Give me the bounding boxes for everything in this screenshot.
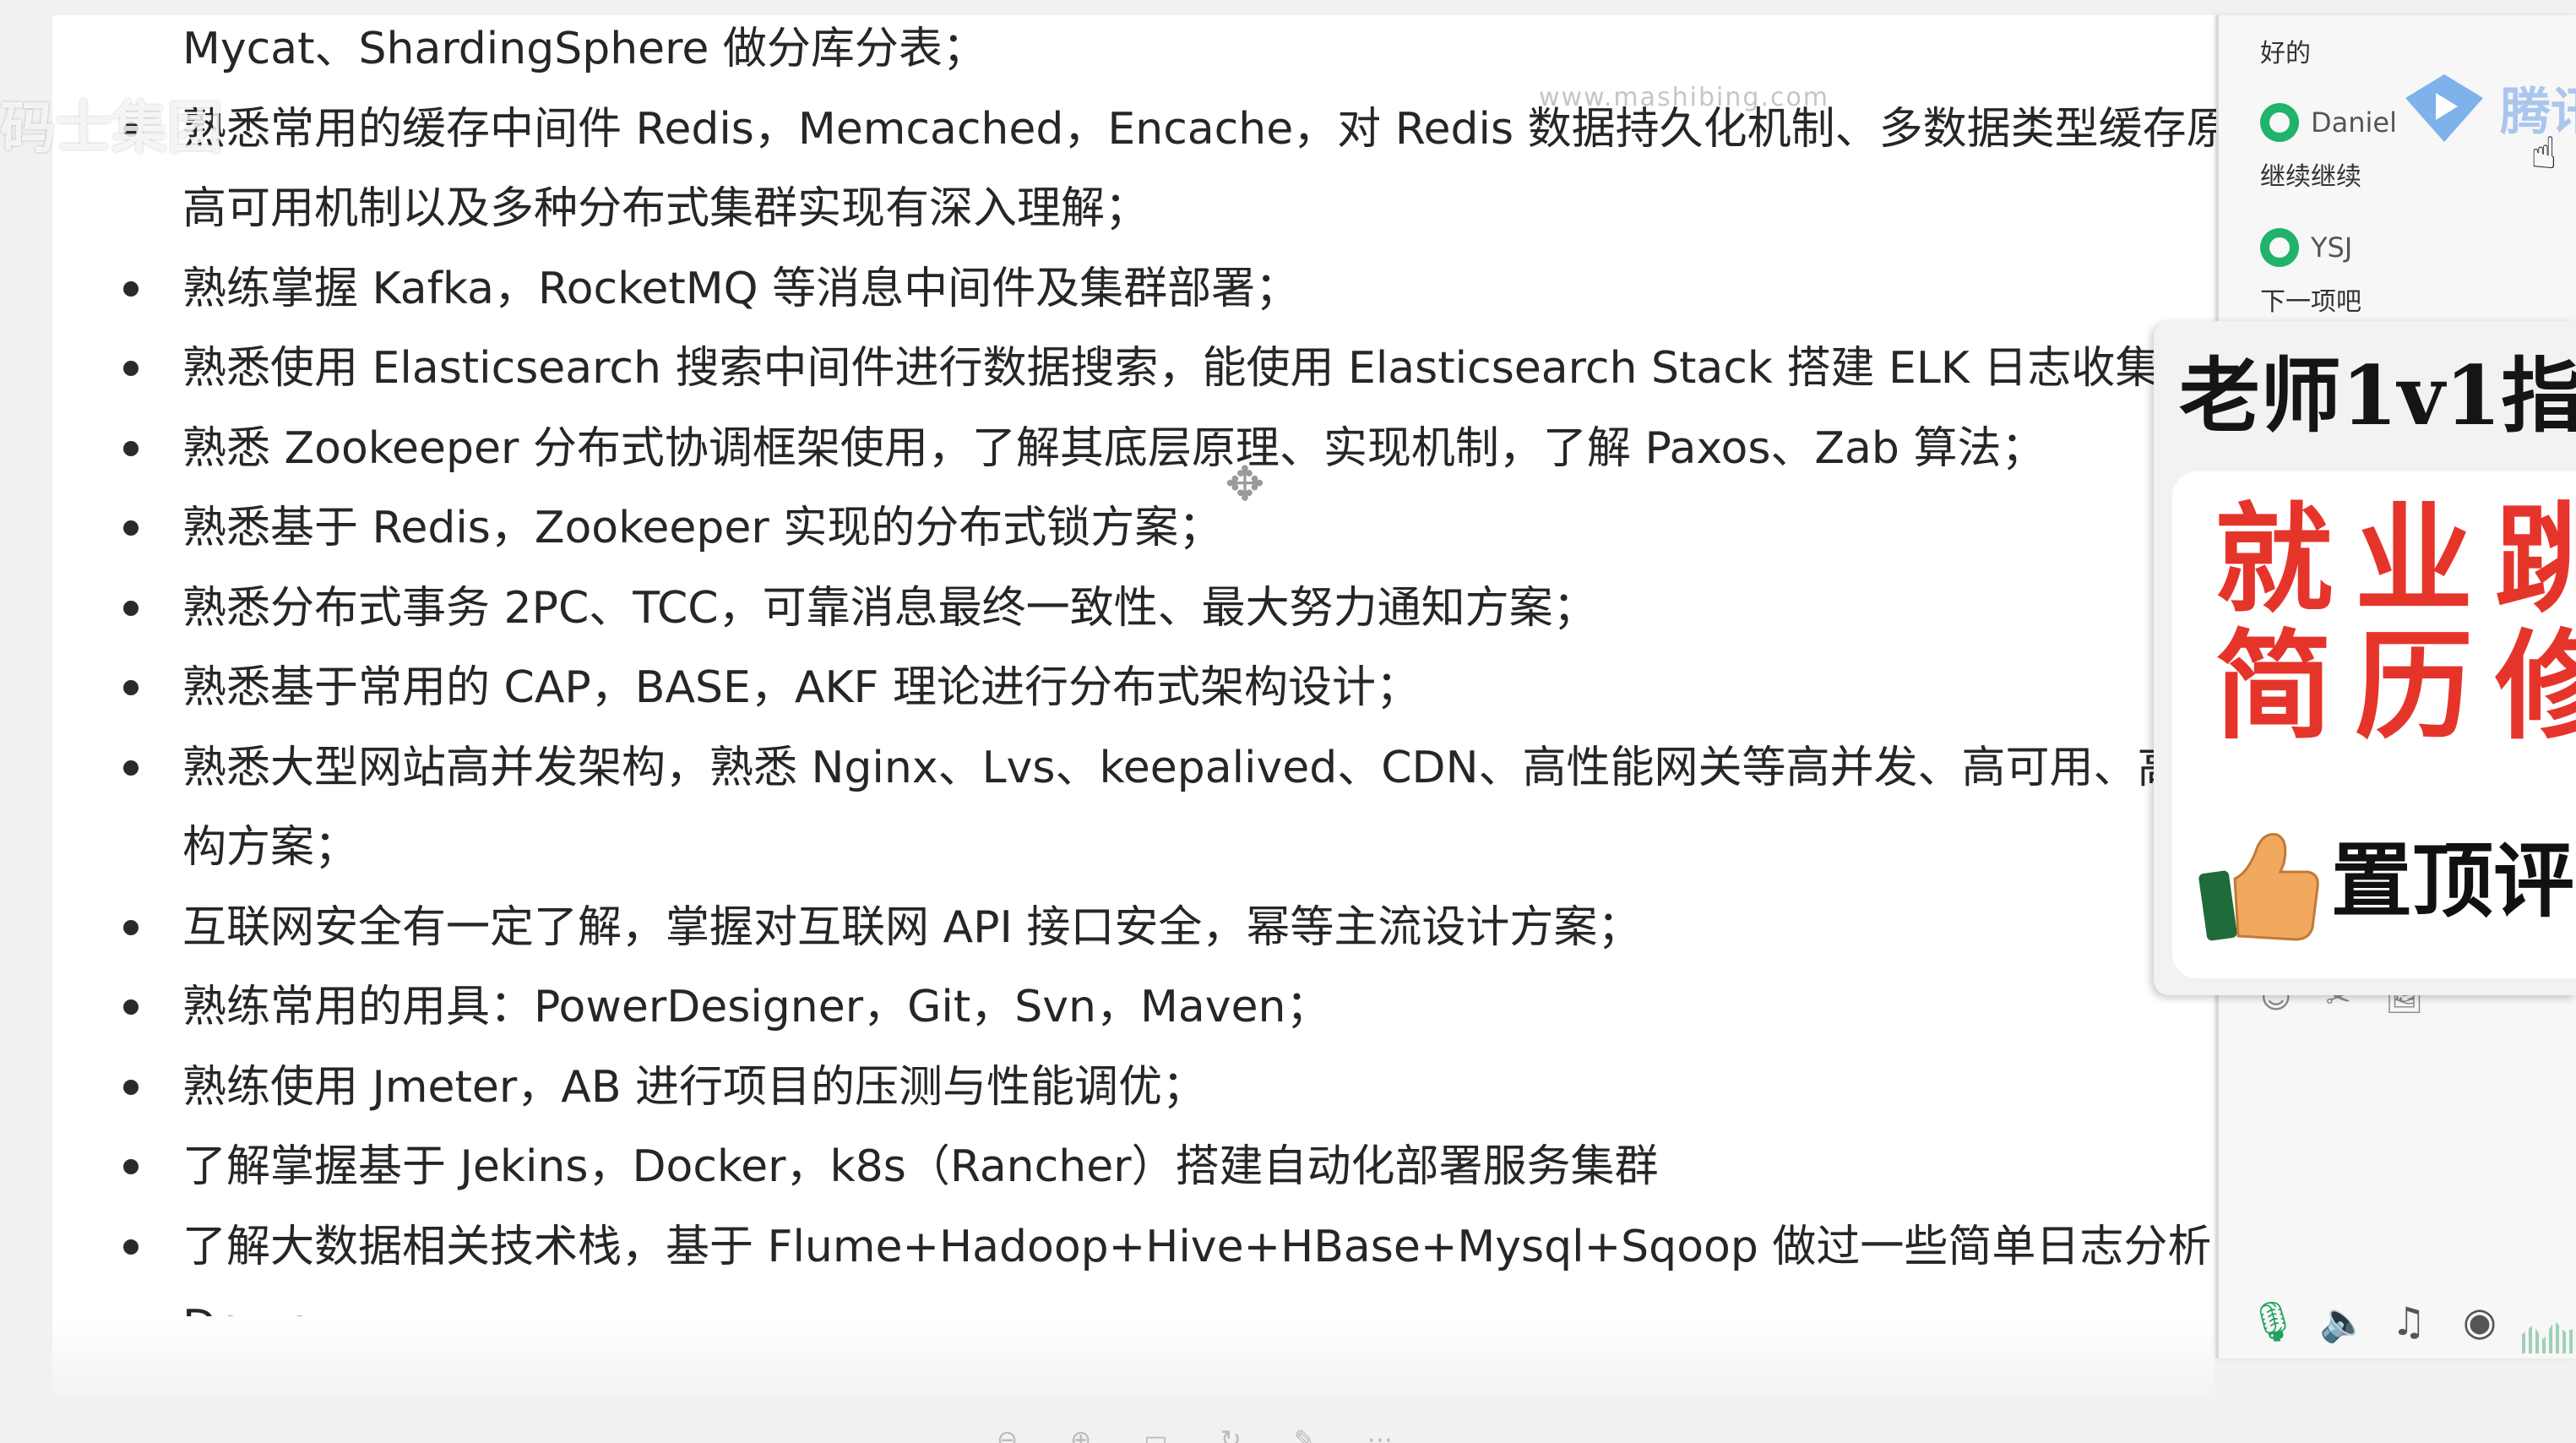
document-line: 熟悉分布式事务 2PC、TCC，可靠消息最终一致性、最大努力通知方案；	[182, 582, 1597, 634]
bullet-marker	[123, 999, 139, 1015]
thumbs-up-icon	[2198, 832, 2319, 941]
bullet-marker	[123, 280, 139, 297]
bullet-marker	[123, 440, 139, 456]
bullet-marker	[123, 1159, 139, 1174]
ad-line-1: 就业跳	[2215, 491, 2576, 629]
document-line: 熟练使用 Jmeter，AB 进行项目的压测与性能调优；	[182, 1061, 1207, 1113]
user-avatar	[2260, 228, 2299, 267]
document-line: 高可用机制以及多种分布式集群实现有深入理解；	[182, 183, 1149, 234]
bullet-marker	[123, 520, 139, 536]
music-icon[interactable]: ♫	[2390, 1298, 2427, 1345]
zoom-in-icon[interactable]: ⊕	[1070, 1428, 1091, 1443]
document-line: 熟悉使用 Elasticsearch 搜索中间件进行数据搜索，能使用 Elast…	[182, 343, 2204, 394]
media-controls[interactable]: 🎙 🔈 ♫ ◉	[2248, 1298, 2498, 1345]
watermark-url: www.mashibing.com	[1539, 83, 1830, 112]
document-page: Mycat、ShardingSphere 做分库分表； 熟悉常用的缓存中间件 Re…	[52, 15, 2231, 1396]
document-line: 熟悉基于常用的 CAP，BASE，AKF 理论进行分布式架构设计；	[182, 662, 1420, 713]
zoom-out-icon[interactable]: ⊖	[997, 1428, 1018, 1443]
bullet-marker	[123, 600, 139, 616]
document-line: 了解掌握基于 Jekins，Docker，k8s（Rancher）搭建自动化部署…	[182, 1141, 1659, 1192]
document-line: Mycat、ShardingSphere 做分库分表；	[182, 24, 986, 74]
move-cursor-icon: ✥	[1225, 457, 1265, 512]
document-line: 构方案；	[182, 822, 359, 873]
user-name: Daniel	[2311, 106, 2397, 139]
rotate-icon[interactable]: ↻	[1220, 1428, 1242, 1443]
camera-icon[interactable]: ◉	[2461, 1298, 2498, 1345]
bullet-marker	[123, 760, 139, 776]
document-line: 熟悉基于 Redis，Zookeeper 实现的分布式锁方案；	[182, 503, 1223, 553]
user-avatar	[2260, 103, 2299, 142]
hand-cursor-icon: ☝	[2530, 128, 2557, 179]
user-name: YSJ	[2311, 231, 2353, 264]
document-line: 熟练掌握 Kafka，RocketMQ 等消息中间件及集群部署；	[182, 263, 1300, 314]
document-lines: Mycat、ShardingSphere 做分库分表； 熟悉常用的缓存中间件 Re…	[52, 15, 2231, 1396]
ad-bottom-text: 置顶评	[2331, 834, 2574, 928]
page-icon[interactable]: ▭	[1144, 1428, 1167, 1443]
document-line: 熟悉 Zookeeper 分布式协调框架使用，了解其底层原理、实现机制，了解 P…	[182, 422, 2046, 474]
tencent-meeting-logo-icon	[2405, 74, 2483, 142]
chat-message: 好的	[2260, 39, 2311, 68]
document-line: 熟悉大型网站高并发架构，熟悉 Nginx、Lvs、keepalived、CDN、…	[182, 742, 2182, 793]
bottom-toolbar[interactable]: ⊖ ⊕ ▭ ↻ ✎ ⋯	[997, 1428, 1520, 1443]
watermark-left: 码士集团	[0, 95, 223, 161]
chat-message: 继续继续	[2260, 162, 2361, 192]
chat-message: 下一项吧	[2260, 287, 2361, 317]
document-line: 熟练常用的用具：PowerDesigner，Git，Svn，Maven；	[182, 982, 1330, 1032]
bullet-marker	[123, 919, 139, 935]
mic-icon[interactable]: 🎙	[2248, 1298, 2297, 1345]
document-line: 了解大数据相关技术栈，基于 Flume+Hadoop+Hive+HBase+My…	[182, 1221, 2212, 1272]
page-bottom-shade	[52, 1316, 2215, 1396]
bullet-marker	[123, 680, 139, 695]
document-line: 互联网安全有一定了解，掌握对互联网 API 接口安全，幂等主流设计方案；	[182, 901, 1642, 953]
pen-icon[interactable]: ✎	[1294, 1428, 1315, 1443]
document-line: 熟悉常用的缓存中间件 Redis，Memcached，Encache，对 Red…	[182, 103, 2231, 155]
ad-line-2: 简历修	[2215, 618, 2576, 756]
chat-user-daniel[interactable]: Daniel	[2260, 103, 2397, 142]
bullet-marker	[123, 361, 139, 376]
bullet-marker	[123, 1239, 139, 1255]
chat-user-ysj[interactable]: YSJ	[2260, 228, 2352, 267]
more-icon[interactable]: ⋯	[1367, 1428, 1393, 1443]
bullet-marker	[123, 1079, 139, 1095]
speaker-icon[interactable]: 🔈	[2319, 1298, 2367, 1345]
ad-title: 老师1v1指	[2179, 348, 2576, 444]
